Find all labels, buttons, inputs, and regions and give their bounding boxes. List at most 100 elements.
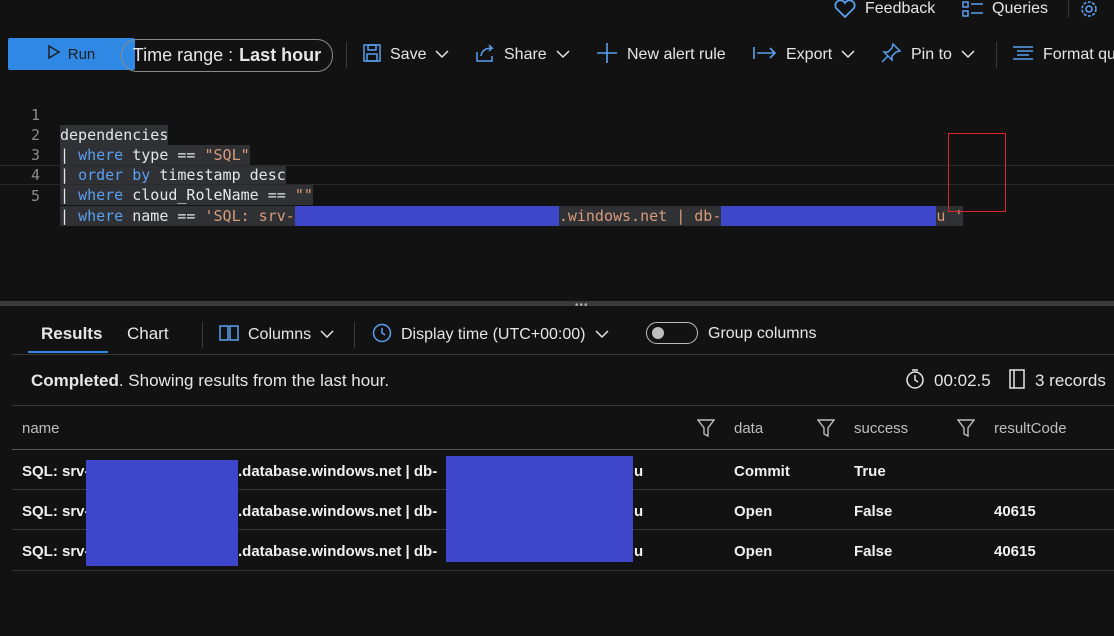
clock-icon — [372, 323, 392, 348]
share-icon — [475, 43, 495, 67]
line-number: 5 — [30, 187, 40, 205]
code-text: name == — [123, 207, 205, 225]
feedback-label: Feedback — [865, 0, 936, 17]
cell-name-a: SQL: srv- — [22, 503, 90, 520]
filter-icon[interactable] — [816, 419, 836, 442]
time-range-value: Last hour — [239, 45, 322, 65]
code-text: cloud_RoleName == — [123, 186, 295, 204]
annotation-box — [948, 133, 1006, 212]
column-header-data[interactable]: data — [734, 420, 763, 437]
code-line-1: 1 dependencies — [0, 85, 1114, 145]
pin-to-label: Pin to — [911, 46, 952, 63]
share-button[interactable]: Share — [475, 42, 570, 68]
cell-success: False — [854, 503, 893, 520]
new-alert-rule-button[interactable]: New alert rule — [596, 42, 726, 68]
cell-resultcode: 40615 — [994, 503, 1036, 520]
divider — [12, 354, 1114, 355]
code-line-3: 3 | order by timestamp desc — [0, 125, 1114, 185]
records-value: 3 records — [1035, 371, 1106, 390]
columns-button[interactable]: Columns — [219, 322, 334, 348]
pin-icon — [880, 42, 902, 69]
chevron-down-icon — [556, 46, 570, 64]
plus-icon — [596, 42, 618, 69]
queries-label: Queries — [992, 0, 1049, 17]
time-range-picker[interactable]: Time range : Last hour — [121, 39, 333, 72]
pipe: | — [60, 207, 79, 225]
new-alert-rule-label: New alert rule — [627, 46, 726, 63]
group-columns-toggle[interactable] — [646, 322, 698, 344]
group-columns-label: Group columns — [708, 325, 817, 342]
columns-label: Columns — [248, 326, 312, 343]
cell-name-b: .database.windows.net | db- — [238, 463, 438, 480]
cell-name-c: u — [634, 543, 644, 560]
redaction-block — [294, 206, 559, 226]
share-label: Share — [504, 46, 547, 63]
status-completed: Completed — [31, 371, 119, 390]
filter-icon[interactable] — [696, 419, 716, 442]
cell-name-c: u — [634, 503, 644, 520]
display-time-button[interactable]: Display time (UTC+00:00) — [372, 322, 609, 348]
pin-to-button[interactable]: Pin to — [880, 42, 975, 68]
divider — [12, 570, 1114, 571]
divider — [12, 405, 1114, 406]
tab-chart[interactable]: Chart — [127, 324, 169, 344]
display-time-label: Display time (UTC+00:00) — [401, 326, 586, 343]
column-header-name[interactable]: name — [22, 420, 60, 437]
cell-success: True — [854, 463, 886, 480]
export-arrow-icon — [753, 46, 777, 65]
query-editor[interactable]: 1 dependencies 2 | where type == "SQL" 3… — [0, 80, 1114, 300]
string-literal: 'SQL: srv- — [204, 207, 295, 225]
cell-name-b: .database.windows.net | db- — [238, 503, 438, 520]
cell-name-b: .database.windows.net | db- — [238, 543, 438, 560]
queries-link[interactable]: Queries — [962, 0, 1048, 18]
drag-handle-icon[interactable]: ••• — [575, 300, 589, 311]
status-text: Completed. Showing results from the last… — [31, 371, 389, 391]
string-literal: "" — [294, 186, 313, 204]
column-header-success[interactable]: success — [854, 420, 908, 437]
filter-icon[interactable] — [956, 419, 976, 442]
redaction-block — [86, 460, 238, 566]
chevron-down-icon — [961, 46, 975, 64]
code-line-2: 2 | where type == "SQL" — [0, 105, 1114, 165]
cell-data: Open — [734, 543, 773, 560]
save-label: Save — [390, 46, 427, 63]
format-icon — [1012, 45, 1034, 66]
string-literal: .windows.net | db- — [558, 207, 722, 225]
cell-name-c: u — [634, 463, 644, 480]
export-button[interactable]: Export — [753, 42, 855, 68]
tab-results[interactable]: Results — [41, 324, 102, 344]
format-query-button[interactable]: Format qu — [1012, 42, 1114, 68]
run-button[interactable]: Run — [8, 38, 135, 70]
pipe: | — [60, 186, 79, 204]
heart-icon — [833, 0, 857, 19]
status-message: . Showing results from the last hour. — [118, 371, 390, 390]
cell-name-a: SQL: srv- — [22, 463, 90, 480]
feedback-link[interactable]: Feedback — [833, 0, 936, 19]
play-icon — [47, 44, 61, 63]
cell-data: Commit — [734, 463, 790, 480]
divider — [12, 449, 1114, 450]
cell-name-a: SQL: srv- — [22, 543, 90, 560]
save-button[interactable]: Save — [363, 42, 449, 68]
chevron-down-icon — [594, 326, 609, 344]
columns-icon — [219, 324, 239, 346]
save-icon — [363, 43, 381, 67]
gear-icon[interactable] — [1078, 0, 1100, 25]
redaction-block — [446, 456, 633, 562]
code-line-5: 5 | where name == 'SQL: srv- .windows.net… — [0, 165, 1114, 226]
stopwatch-icon — [905, 368, 925, 395]
export-label: Export — [786, 46, 833, 63]
format-query-label: Format qu — [1043, 46, 1114, 63]
chevron-down-icon — [435, 46, 449, 64]
list-icon — [962, 0, 984, 18]
active-tab-indicator — [28, 351, 108, 353]
column-header-resultcode[interactable]: resultCode — [994, 420, 1067, 437]
query-duration: 00:02.5 — [905, 368, 991, 394]
chevron-down-icon — [841, 46, 855, 64]
pane-splitter[interactable] — [0, 301, 1114, 306]
keyword: where — [78, 207, 124, 225]
chevron-down-icon — [320, 326, 334, 344]
time-range-label: Time range : — [132, 45, 234, 65]
cell-data: Open — [734, 503, 773, 520]
duration-value: 00:02.5 — [934, 371, 991, 390]
